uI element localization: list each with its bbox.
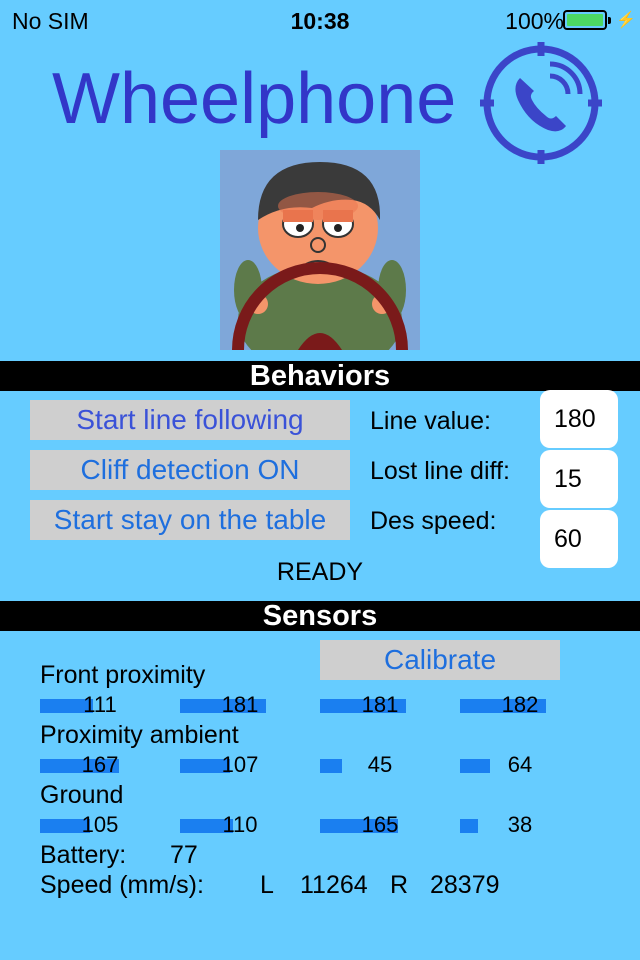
lost-line-diff-input[interactable]: 15: [540, 450, 618, 508]
behaviors-header: Behaviors: [0, 361, 640, 392]
lost-line-diff-label: Lost line diff:: [370, 457, 510, 485]
state-label: READY: [276, 558, 364, 586]
speed-left-label: L: [260, 871, 274, 899]
speed-right-label: R: [390, 871, 409, 899]
battery-label: Battery:: [40, 841, 127, 869]
front-proximity-value-0: 111: [83, 692, 117, 717]
start-line-following-button[interactable]: Start line following: [30, 400, 350, 440]
proximity-ambient-value-3: 64: [507, 752, 533, 777]
battery-percent: 100%: [505, 8, 564, 34]
sensors-header: Sensors: [0, 601, 640, 632]
front-proximity-value-2: 181: [361, 692, 399, 717]
cliff-detection-button[interactable]: Cliff detection ON: [30, 450, 350, 490]
start-stay-on-table-button[interactable]: Start stay on the table: [30, 500, 350, 540]
ground-value-2: 165: [361, 812, 399, 837]
charging-icon: ⚡: [616, 12, 636, 29]
ground-value-0: 105: [81, 812, 119, 837]
front-proximity-value-1: 181: [221, 692, 259, 717]
speed-right-value: 28379: [430, 871, 500, 899]
battery-icon: [563, 10, 611, 30]
app-title: Wheelphone: [52, 59, 457, 139]
proximity-ambient-value-0: 167: [81, 752, 119, 777]
proximity-ambient-value-1: 107: [221, 752, 259, 777]
line-value-input[interactable]: 180: [540, 390, 618, 448]
des-speed-label: Des speed:: [370, 507, 497, 535]
battery-value: 77: [170, 841, 198, 869]
ground-value-3: 38: [507, 812, 533, 837]
driver-avatar-image: [220, 150, 420, 350]
speed-left-value: 11264: [300, 871, 368, 899]
phone-logo-icon: [480, 42, 602, 164]
ground-value-1: 110: [222, 812, 258, 837]
ground-label: Ground: [40, 781, 124, 809]
front-proximity-value-3: 182: [501, 692, 539, 717]
calibrate-button[interactable]: Calibrate: [320, 640, 560, 680]
speed-label: Speed (mm/s):: [40, 871, 204, 899]
line-value-label: Line value:: [370, 407, 491, 435]
front-proximity-label: Front proximity: [40, 661, 206, 689]
proximity-ambient-label: Proximity ambient: [40, 721, 239, 749]
proximity-ambient-value-2: 45: [367, 752, 393, 777]
